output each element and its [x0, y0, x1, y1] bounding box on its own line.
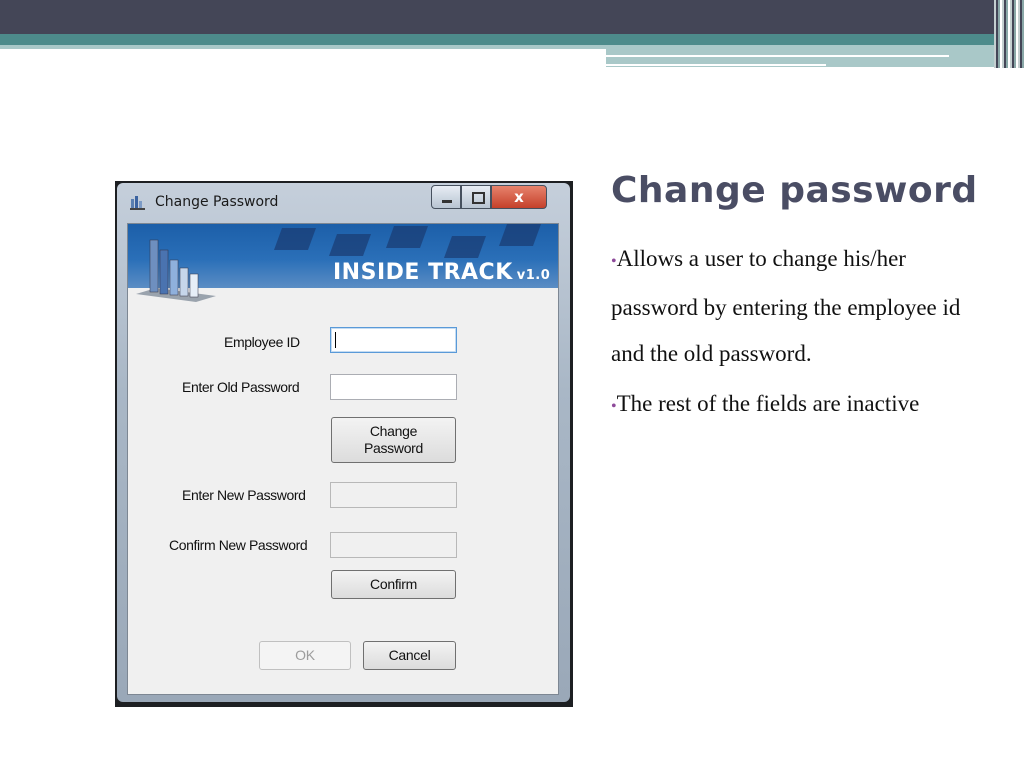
banner-tile	[385, 226, 429, 248]
header-line	[606, 55, 949, 57]
confirm-password-input[interactable]	[330, 532, 457, 558]
dialog-client-area: INSIDE TRACK v1.0 Employee ID Enter Old P…	[127, 223, 559, 695]
header-band-light	[0, 45, 608, 49]
window-app-icon	[130, 196, 145, 210]
banner-tile	[443, 236, 487, 258]
bullet-list: •Allows a user to change his/her passwor…	[611, 236, 961, 434]
old-password-input[interactable]	[330, 374, 457, 400]
banner-tile	[328, 234, 372, 256]
close-icon[interactable]: x	[491, 185, 547, 209]
new-password-label: Enter New Password	[182, 487, 306, 503]
minimize-icon[interactable]	[431, 185, 461, 209]
employee-id-input[interactable]	[330, 327, 457, 353]
slide-title: Change password	[611, 170, 978, 211]
change-password-button-line1: Change	[369, 423, 418, 439]
window-title: Change Password	[155, 194, 279, 210]
ok-button[interactable]: OK	[259, 641, 351, 670]
header-band-dark	[0, 0, 1024, 34]
header-line	[606, 64, 826, 66]
confirm-button[interactable]: Confirm	[331, 570, 456, 599]
header-stripes	[994, 0, 1024, 68]
header-band-teal	[0, 34, 1024, 45]
cancel-button[interactable]: Cancel	[363, 641, 456, 670]
banner-tile	[273, 228, 317, 250]
maximize-icon[interactable]	[461, 185, 491, 209]
bullet-text: The rest of the fields are inactive	[616, 391, 920, 416]
new-password-input[interactable]	[330, 482, 457, 508]
banner-tile	[498, 224, 542, 246]
window-frame: Change Password x INSIDE TRACK v1.0 Empl…	[117, 183, 570, 702]
employee-id-label: Employee ID	[224, 334, 300, 350]
change-password-window: Change Password x INSIDE TRACK v1.0 Empl…	[115, 181, 573, 707]
change-password-button[interactable]: Change Password	[331, 417, 456, 463]
bullet-item: •The rest of the fields are inactive	[611, 381, 961, 430]
bar-chart-logo-icon	[136, 239, 216, 302]
bullet-item: •Allows a user to change his/her passwor…	[611, 236, 961, 377]
banner-product-name: INSIDE TRACK v1.0	[333, 260, 550, 285]
bullet-text: Allows a user to change his/her password…	[611, 246, 961, 366]
change-password-button-line2: Password	[363, 440, 424, 456]
banner-name: INSIDE TRACK	[333, 260, 513, 285]
old-password-label: Enter Old Password	[182, 379, 300, 395]
text-caret	[335, 332, 336, 348]
banner-version: v1.0	[516, 268, 551, 283]
confirm-password-label: Confirm New Password	[169, 537, 308, 553]
